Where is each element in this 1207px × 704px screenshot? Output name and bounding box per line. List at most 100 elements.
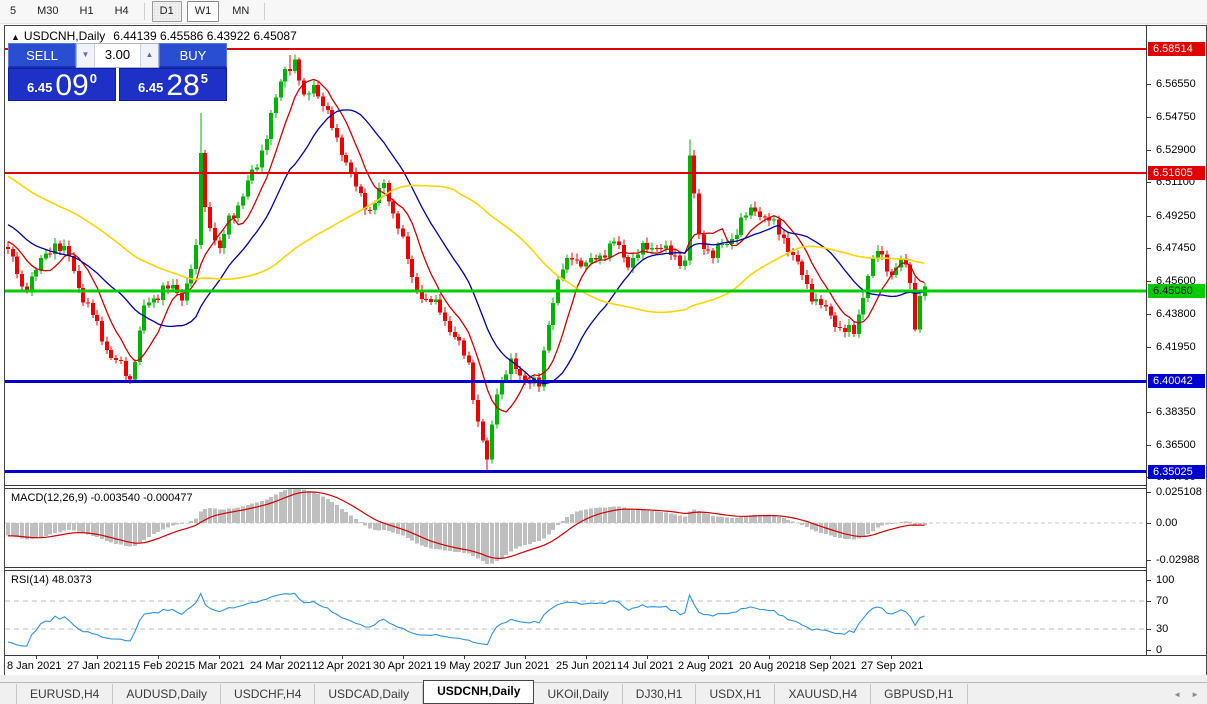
price-tick-label: 6.38350 [1156, 406, 1196, 418]
timeframe-button-h4[interactable]: H4 [107, 1, 137, 22]
collapse-arrow-icon[interactable]: ▲ [11, 32, 20, 42]
date-tick-label: 5 Mar 2021 [189, 660, 245, 672]
price-level-line[interactable] [5, 290, 1146, 293]
date-tick-label: 27 Sep 2021 [861, 660, 923, 672]
toolbar-separator [144, 3, 145, 20]
sell-button[interactable]: SELL [8, 43, 76, 68]
date-tick-label: 7 Jun 2021 [495, 660, 549, 672]
volume-decrease-button[interactable]: ▼ [77, 44, 95, 67]
chart-tab-usdx-h1[interactable]: USDX,H1 [696, 684, 775, 704]
price-level-line[interactable] [5, 470, 1146, 473]
date-tick-label: 8 Jan 2021 [7, 660, 61, 672]
chart-tab-dj30-h1[interactable]: DJ30,H1 [623, 684, 697, 704]
date-tick-label: 8 Sep 2021 [800, 660, 856, 672]
date-tick-label: 27 Jan 2021 [67, 660, 128, 672]
rsi-label: RSI(14) 48.0373 [11, 574, 92, 586]
date-tick-label: 24 Mar 2021 [250, 660, 312, 672]
date-tick-mark [219, 656, 220, 659]
date-tick-label: 19 May 2021 [434, 660, 498, 672]
price-tick-mark [1147, 182, 1151, 183]
price-badge: 6.35025 [1148, 465, 1205, 479]
buy-button[interactable]: BUY [159, 43, 227, 68]
price-badge: 6.51605 [1148, 166, 1205, 180]
rsi-tick-label: 100 [1156, 574, 1174, 586]
macd-label: MACD(12,26,9) -0.003540 -0.000477 [11, 492, 193, 504]
price-tick-mark [1147, 216, 1151, 217]
price-tick-mark [1147, 314, 1151, 315]
volume-value[interactable]: 3.00 [95, 44, 140, 67]
chart-tab-audusd-daily[interactable]: AUDUSD,Daily [113, 684, 221, 704]
chart-symbol-label: USDCNH,Daily [24, 29, 105, 43]
date-tick-label: 30 Apr 2021 [373, 660, 432, 672]
buy-price-display[interactable]: 6.45 28 5 [119, 68, 227, 101]
date-tick-mark [708, 656, 709, 659]
price-scale[interactable]: 6.58514 6.51605 6.45060 6.40042 6.35025 6.565… [1146, 26, 1206, 655]
date-tick-label: 25 Jun 2021 [556, 660, 617, 672]
price-tick-label: 6.52900 [1156, 144, 1196, 156]
sell-price-display[interactable]: 6.45 09 0 [8, 68, 116, 101]
timeframe-button-w1[interactable]: W1 [187, 1, 220, 22]
price-tick-label: 6.54750 [1156, 111, 1196, 123]
price-tick-label: 6.56550 [1156, 78, 1196, 90]
price-tick-mark [1147, 347, 1151, 348]
timeframe-button-mn[interactable]: MN [224, 1, 257, 22]
price-tick-label: 6.47450 [1156, 242, 1196, 254]
buy-price-big-digits: 28 [166, 72, 199, 99]
date-tick-mark [464, 656, 465, 659]
price-tick-label: 6.43800 [1156, 308, 1196, 320]
rsi-tick-label: 30 [1156, 623, 1168, 635]
timeframe-toolbar: 5M30 H1H4 D1W1MN [0, 0, 1207, 24]
price-tick-mark [1147, 412, 1151, 413]
price-badge: 6.58514 [1148, 42, 1205, 56]
window-gap-strip [0, 675, 1207, 682]
sell-price-pip-digit: 0 [90, 71, 97, 86]
price-tick-mark [1147, 117, 1151, 118]
timeframe-button-d1[interactable]: D1 [152, 1, 182, 22]
timeframe-button-h1[interactable]: H1 [72, 1, 102, 22]
rsi-tick-mark [1147, 629, 1151, 630]
chart-tab-bar: EURUSD,H4AUDUSD,DailyUSDCHF,H4USDCAD,Dai… [0, 682, 1207, 704]
tabs-scroll-left-icon[interactable]: ◄ [1173, 690, 1181, 699]
chart-tab-usdcnh-daily[interactable]: USDCNH,Daily [423, 680, 534, 704]
date-tick-mark [769, 656, 770, 659]
tabs-scroll-right-icon[interactable]: ► [1191, 690, 1199, 699]
buy-price-prefix: 6.45 [138, 80, 163, 95]
price-level-line[interactable] [5, 380, 1146, 383]
price-tick-mark [1147, 281, 1151, 282]
chart-tab-usdchf-h4[interactable]: USDCHF,H4 [221, 684, 315, 704]
date-tick-mark [342, 656, 343, 659]
date-scale[interactable]: 8 Jan 2021 27 Jan 202115 Feb 20215 Mar 20… [5, 655, 1206, 675]
price-level-line[interactable] [5, 172, 1146, 174]
rsi-indicator-chart[interactable] [5, 571, 1146, 655]
chart-tab-eurusd-h4[interactable]: EURUSD,H4 [16, 684, 113, 704]
date-tick-mark [891, 656, 892, 659]
chart-title: ▲ USDCNH,Daily 6.44139 6.45586 6.43922 6.4… [11, 29, 297, 43]
macd-tick-mark [1147, 492, 1151, 493]
date-tick-mark [830, 656, 831, 659]
macd-tick-mark [1147, 523, 1151, 524]
date-tick-label: 14 Jul 2021 [617, 660, 674, 672]
chart-tab-ukoil-daily[interactable]: UKOil,Daily [534, 684, 622, 704]
price-badge: 6.45060 [1148, 284, 1205, 298]
chart-tab-usdcad-daily[interactable]: USDCAD,Daily [315, 684, 423, 704]
date-tick-label: 15 Feb 2021 [128, 660, 190, 672]
chart-window: ▲ USDCNH,Daily 6.44139 6.45586 6.43922 6.4… [4, 25, 1207, 675]
macd-tick-label: -0.02988 [1156, 554, 1199, 566]
rsi-tick-mark [1147, 580, 1151, 581]
date-tick-mark [525, 656, 526, 659]
chart-tab-gbpusd-h1[interactable]: GBPUSD,H1 [871, 684, 967, 704]
chart-ohlc-values: 6.44139 6.45586 6.43922 6.45087 [113, 29, 297, 43]
one-click-trade-panel: SELL ▼ 3.00 ▲ BUY 6.45 09 0 6.45 28 5 [8, 43, 227, 101]
macd-tick-label: 0.00 [1156, 517, 1177, 529]
rsi-tick-mark [1147, 601, 1151, 602]
volume-increase-button[interactable]: ▲ [140, 44, 158, 67]
rsi-tick-label: 70 [1156, 595, 1168, 607]
timeframe-button-5[interactable]: 5 [2, 1, 24, 22]
timeframe-button-m30[interactable]: M30 [29, 1, 66, 22]
date-tick-label: 2 Aug 2021 [678, 660, 734, 672]
rsi-tick-mark [1147, 650, 1151, 651]
volume-stepper: ▼ 3.00 ▲ [76, 43, 159, 68]
price-badge: 6.40042 [1148, 374, 1205, 388]
date-tick-label: 12 Apr 2021 [312, 660, 371, 672]
chart-tab-xauusd-h4[interactable]: XAUUSD,H4 [775, 684, 871, 704]
